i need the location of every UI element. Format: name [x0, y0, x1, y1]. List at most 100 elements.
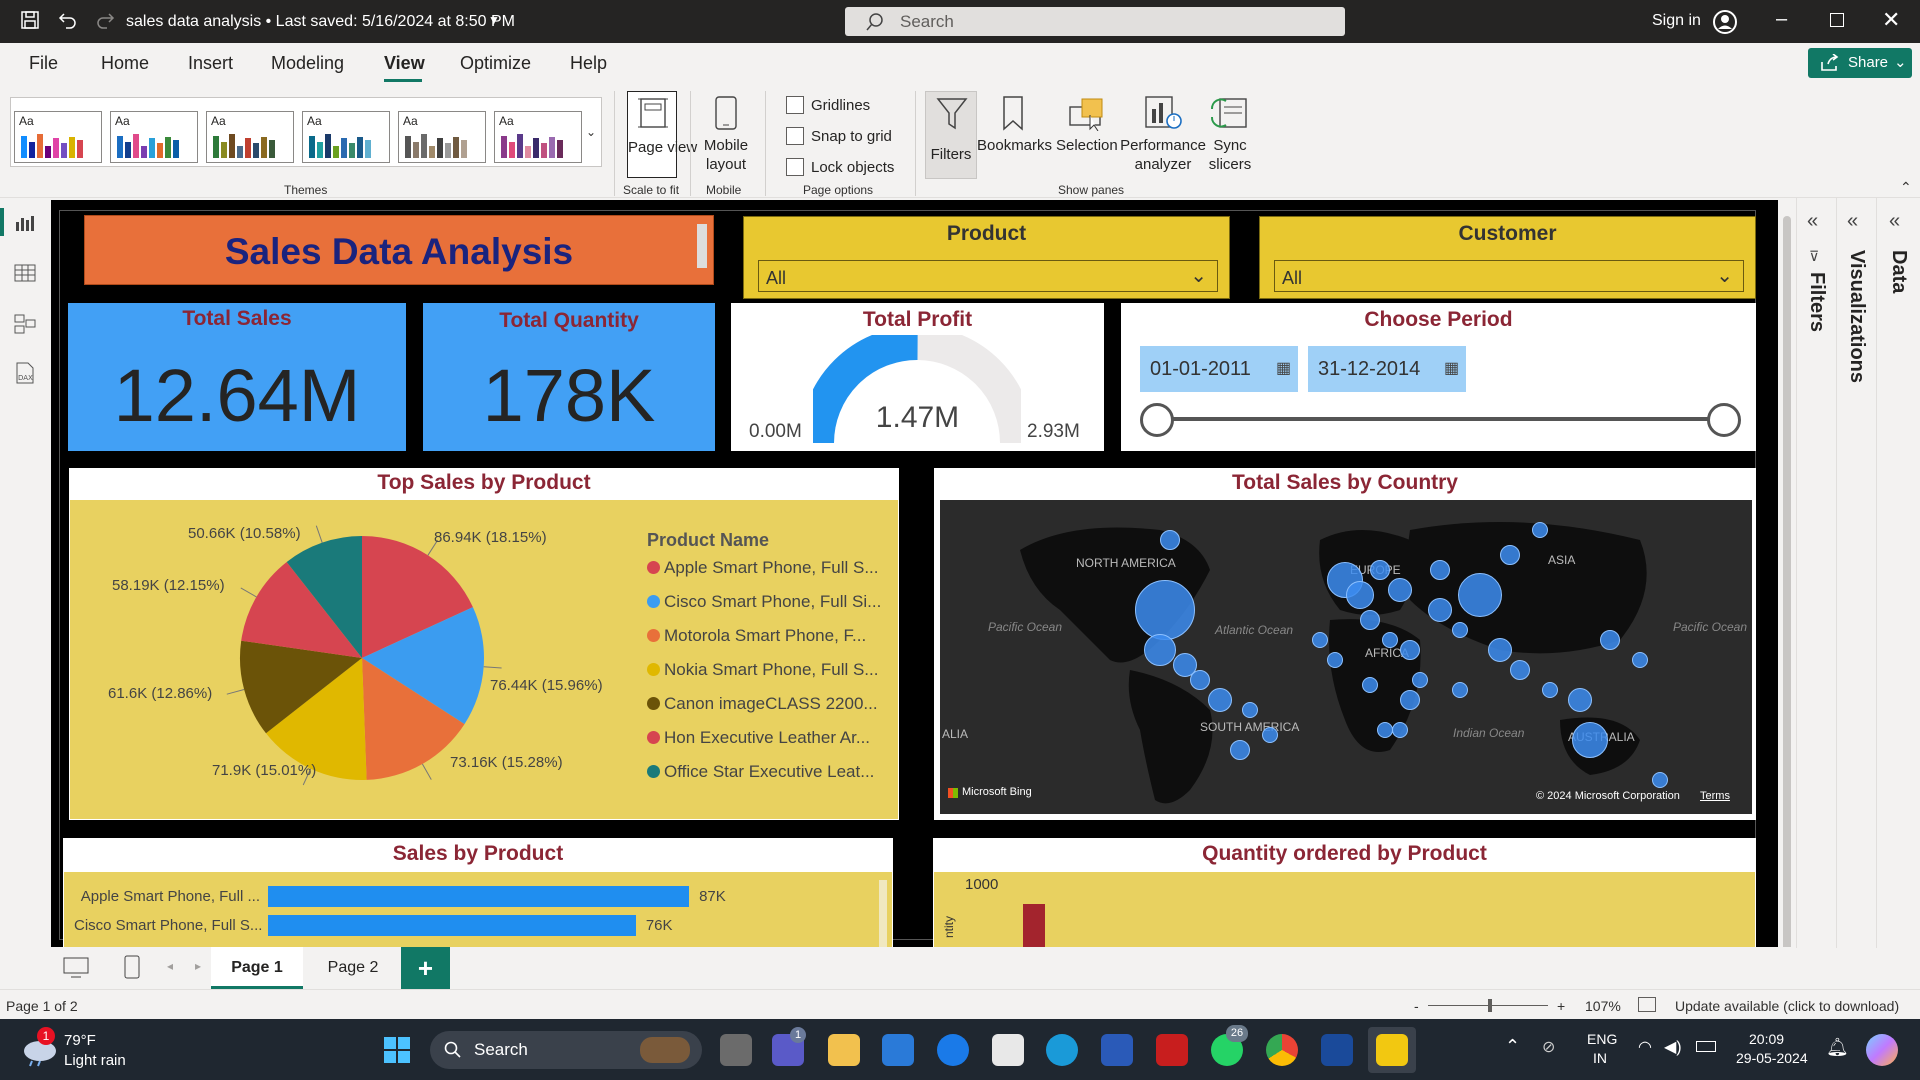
tab-page-2[interactable]: Page 2	[307, 947, 399, 989]
legend-item[interactable]: Hon Executive Leather Ar...	[647, 728, 870, 748]
total-quantity-card[interactable]: Total Quantity 178K	[423, 303, 715, 451]
menu-file[interactable]: File	[29, 53, 58, 74]
map-bubble[interactable]	[1382, 632, 1398, 648]
page-view-button[interactable]: Page view	[627, 91, 697, 178]
scroll-thumb[interactable]	[1783, 216, 1791, 960]
column-bar[interactable]	[1023, 904, 1045, 947]
legend-item[interactable]: Canon imageCLASS 2200...	[647, 694, 878, 714]
report-title-card[interactable]: Sales Data Analysis	[84, 215, 714, 285]
data-pane-collapsed[interactable]: « Data	[1876, 198, 1920, 948]
map-bubble[interactable]	[1370, 560, 1390, 580]
task-view-icon[interactable]	[720, 1034, 752, 1066]
map-bubble[interactable]	[1388, 578, 1412, 602]
map-bubble[interactable]	[1510, 660, 1530, 680]
add-page-button[interactable]: +	[401, 947, 450, 989]
zoom-out-button[interactable]: -	[1414, 998, 1419, 1014]
file-explorer-icon[interactable]	[828, 1034, 860, 1066]
mcafee-icon[interactable]	[1156, 1034, 1188, 1066]
map-bubble[interactable]	[1452, 622, 1468, 638]
battery-icon[interactable]	[1696, 1041, 1716, 1052]
dax-query-view-icon[interactable]: DAX	[14, 362, 36, 384]
document-title[interactable]: sales data analysis • Last saved: 5/16/2…	[126, 13, 515, 31]
expand-pane-icon[interactable]: «	[1889, 210, 1900, 233]
help-icon[interactable]	[937, 1034, 969, 1066]
expand-pane-icon[interactable]: «	[1807, 210, 1818, 233]
map-bubble[interactable]	[1360, 610, 1380, 630]
zoom-in-button[interactable]: +	[1557, 998, 1565, 1014]
mobile-layout-tab-icon[interactable]	[124, 955, 140, 979]
sales-by-product-visual[interactable]: Sales by Product Apple Smart Phone, Full…	[63, 838, 893, 947]
expand-pane-icon[interactable]: «	[1847, 210, 1858, 233]
map-bubble[interactable]	[1400, 690, 1420, 710]
taskbar-search[interactable]: Search	[430, 1031, 702, 1069]
map-bubble[interactable]	[1312, 632, 1328, 648]
theme-swatch[interactable]: Aa	[302, 111, 390, 163]
save-icon[interactable]	[20, 10, 40, 36]
title-scroll-thumb[interactable]	[697, 224, 707, 268]
wifi-icon[interactable]: ◠	[1638, 1037, 1652, 1057]
map-bubble[interactable]	[1652, 772, 1668, 788]
map-bubble[interactable]	[1230, 740, 1250, 760]
snap-to-grid-checkbox[interactable]	[786, 127, 804, 145]
lock-objects-checkbox[interactable]	[786, 158, 804, 176]
period-slider-start-handle[interactable]	[1140, 403, 1174, 437]
top-sales-visual[interactable]: Top Sales by Product 86.94K (18.15%) 76.4…	[69, 468, 899, 820]
themes-expand-icon[interactable]: ⌄	[586, 125, 596, 139]
map-bubble[interactable]	[1532, 522, 1548, 538]
map-bubble[interactable]	[1412, 672, 1428, 688]
period-slider-end-handle[interactable]	[1707, 403, 1741, 437]
map-bubble[interactable]	[1262, 727, 1278, 743]
report-view-icon[interactable]	[14, 214, 36, 232]
edge-icon[interactable]	[1046, 1034, 1078, 1066]
legend-item[interactable]: Apple Smart Phone, Full S...	[647, 558, 879, 578]
total-profit-card[interactable]: Total Profit 1.47M 0.00M 2.93M	[731, 303, 1104, 451]
mobile-layout-icon[interactable]	[714, 95, 738, 131]
map-bubble[interactable]	[1500, 545, 1520, 565]
desktop-layout-icon[interactable]	[63, 957, 89, 979]
redo-icon[interactable]	[95, 10, 115, 36]
bar-scrollbar[interactable]	[879, 880, 887, 947]
map-bubble[interactable]	[1400, 640, 1420, 660]
tray-chevron-icon[interactable]: ⌃	[1505, 1036, 1520, 1057]
map-bubble[interactable]	[1600, 630, 1620, 650]
bar[interactable]	[268, 915, 636, 936]
filters-button[interactable]: Filters	[925, 91, 977, 179]
map-bubble[interactable]	[1428, 598, 1452, 622]
zoom-slider-thumb[interactable]	[1488, 999, 1492, 1012]
calendar-icon[interactable]: ▦	[1276, 358, 1291, 378]
map-bubble[interactable]	[1144, 634, 1176, 666]
start-icon[interactable]	[383, 1036, 411, 1064]
theme-swatch[interactable]: Aa	[494, 111, 582, 163]
notification-bell-icon[interactable]: 🔔︎	[1826, 1037, 1849, 1058]
prev-page-icon[interactable]: ◂	[167, 959, 173, 973]
theme-swatch[interactable]: Aa	[206, 111, 294, 163]
bar[interactable]	[268, 886, 690, 907]
quantity-by-product-visual[interactable]: Quantity ordered by Product 1000 ntity	[933, 838, 1756, 947]
collapse-ribbon-icon[interactable]: ⌃	[1900, 179, 1912, 196]
legend-item[interactable]: Office Star Executive Leat...	[647, 762, 874, 782]
undo-icon[interactable]	[58, 10, 78, 36]
account-icon[interactable]	[1712, 9, 1738, 35]
fit-to-page-icon[interactable]	[1638, 997, 1656, 1012]
map-bubble[interactable]	[1430, 560, 1450, 580]
filters-pane-collapsed[interactable]: « ⊽ Filters	[1796, 198, 1836, 948]
next-page-icon[interactable]: ▸	[195, 959, 201, 973]
canvas-vertical-scrollbar[interactable]	[1780, 200, 1794, 960]
end-date-input[interactable]: 31-12-2014 ▦	[1308, 346, 1466, 392]
copilot-icon[interactable]	[1866, 1034, 1898, 1066]
map-bubble[interactable]	[1452, 682, 1468, 698]
map-bubble[interactable]	[1488, 638, 1512, 662]
selection-label[interactable]: Selection	[1056, 136, 1118, 155]
performance-analyzer-label[interactable]: Performance analyzer	[1118, 136, 1208, 174]
total-sales-card[interactable]: Total Sales 12.64M	[68, 303, 406, 451]
map-bubble[interactable]	[1135, 580, 1195, 640]
search-box[interactable]: Search	[845, 7, 1345, 36]
map-area[interactable]: NORTH AMERICA EUROPE ASIA AFRICA SOUTH A…	[940, 500, 1752, 814]
visualizations-pane-collapsed[interactable]: « Visualizations	[1836, 198, 1876, 948]
selection-icon[interactable]	[1068, 95, 1106, 131]
map-bubble[interactable]	[1568, 688, 1592, 712]
menu-view[interactable]: View	[384, 53, 425, 74]
theme-swatch[interactable]: Aa	[398, 111, 486, 163]
product-dropdown[interactable]: All ⌄	[758, 260, 1218, 292]
sync-slicers-icon[interactable]	[1210, 95, 1250, 131]
